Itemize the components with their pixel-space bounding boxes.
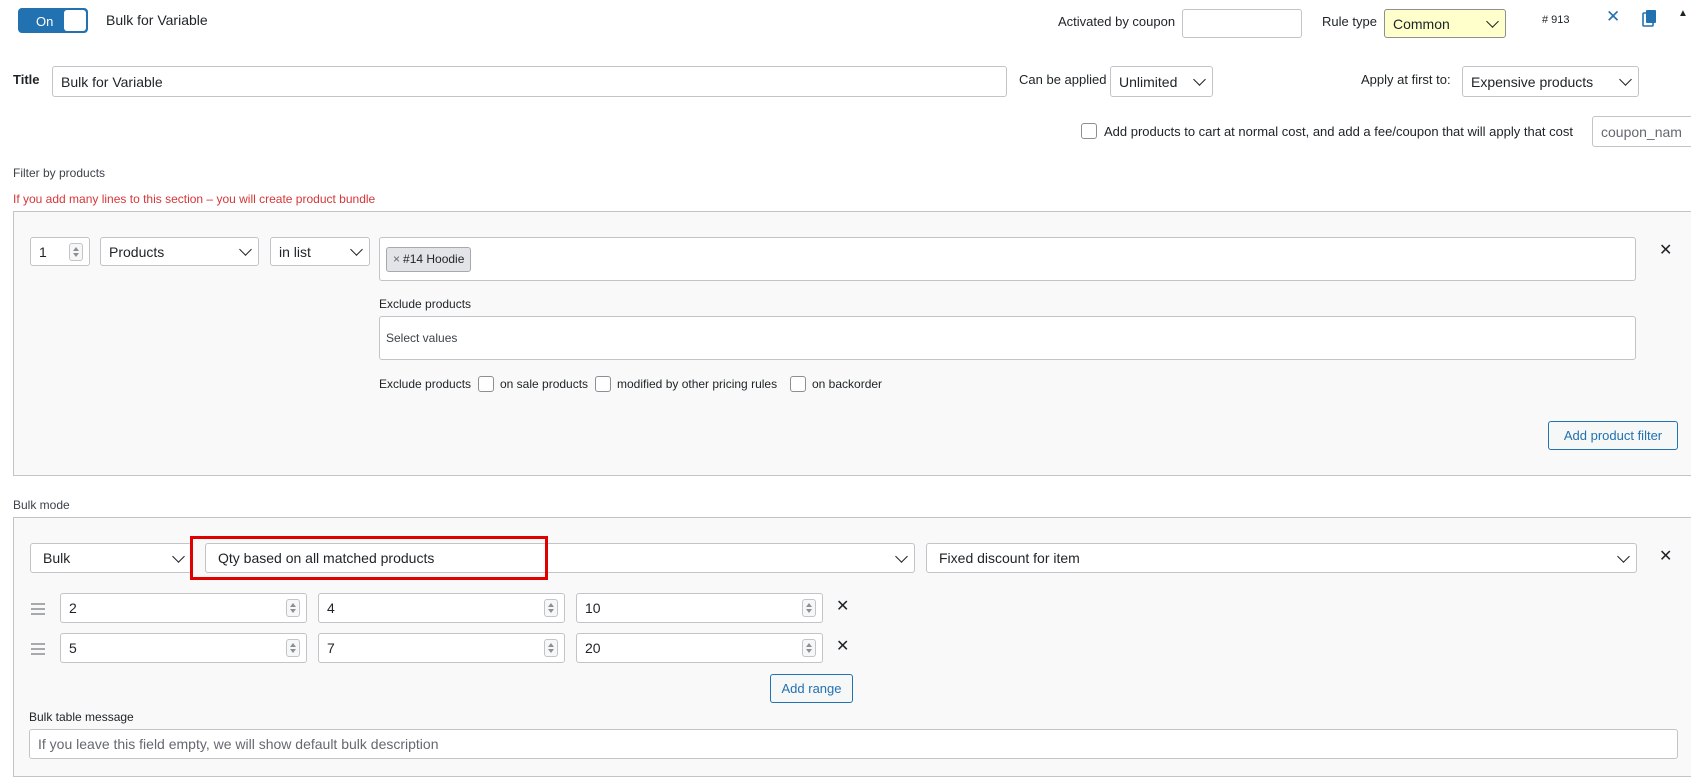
rule-name: Bulk for Variable [106,12,208,28]
rule-id: # 913 [1542,14,1570,26]
drag-handle-icon[interactable] [31,603,45,618]
bundle-warning: If you add many lines to this section – … [13,192,376,206]
on-sale-checkbox[interactable] [478,376,494,392]
bulk-section-label: Bulk mode [13,498,70,512]
range-value-input[interactable]: 20 [576,633,823,663]
drag-handle-icon[interactable] [31,643,45,658]
add-range-button[interactable]: Add range [770,674,853,703]
stepper-icon[interactable] [544,599,558,617]
range-value-input[interactable]: 10 [576,593,823,623]
stepper-icon[interactable] [286,639,300,657]
discount-type-select[interactable]: Fixed discount for item [926,543,1637,573]
chevron-down-icon [1617,549,1630,563]
filter-method-select[interactable]: in list [270,237,370,266]
filter-section-label: Filter by products [13,166,106,180]
rule-type-label: Rule type [1322,14,1377,29]
chevron-down-icon [239,243,252,256]
filter-type-select[interactable]: Products [100,237,259,266]
activated-by-coupon-input[interactable] [1182,9,1302,38]
apply-first-select[interactable]: Expensive products [1462,66,1639,97]
remove-filter-icon[interactable]: ✕ [1659,243,1672,259]
chevron-down-icon [350,243,363,256]
chevron-down-icon [1619,73,1632,86]
product-tags-input[interactable]: × #14 Hoodie [379,237,1636,281]
bulk-table-message-input[interactable]: If you leave this field empty, we will s… [29,729,1678,759]
fee-checkbox[interactable] [1081,123,1097,139]
chevron-down-icon [895,549,908,563]
chevron-down-icon [172,549,185,563]
stepper-icon[interactable] [286,599,300,617]
range-to-input[interactable]: 7 [318,633,565,663]
close-rule-icon[interactable]: ✕ [1606,8,1620,25]
title-label: Title [13,72,40,87]
stepper-icon[interactable] [802,639,816,657]
highlight-box [190,536,548,580]
stepper-icon[interactable] [544,639,558,657]
product-tag: × #14 Hoodie [386,246,472,272]
exclude-options-label: Exclude products [379,377,472,391]
modified-label: modified by other pricing rules [617,377,778,391]
chevron-down-icon [1486,15,1499,28]
remove-bulk-icon[interactable]: ✕ [1659,549,1672,565]
toggle-knob [64,10,86,31]
rule-enabled-toggle[interactable]: On [18,8,88,33]
remove-range-icon[interactable]: ✕ [836,599,849,615]
exclude-products-input[interactable]: Select values [379,316,1636,360]
modified-checkbox[interactable] [595,376,611,392]
activated-by-coupon-label: Activated by coupon [1058,14,1176,29]
backorder-label: on backorder [812,377,883,391]
copy-icon[interactable] [1642,9,1658,27]
filter-qty-input[interactable]: 1 [30,237,90,266]
can-be-applied-label: Can be applied [1019,72,1107,87]
coupon-name-input[interactable]: coupon_nam [1592,116,1691,147]
backorder-checkbox[interactable] [790,376,806,392]
stepper-icon[interactable] [69,242,83,261]
apply-first-label: Apply at first to: [1361,72,1451,87]
title-input[interactable]: Bulk for Variable [52,66,1007,97]
fee-checkbox-label: Add products to cart at normal cost, and… [1104,124,1573,139]
exclude-products-label: Exclude products [379,297,472,311]
add-product-filter-button[interactable]: Add product filter [1548,421,1678,450]
stepper-icon[interactable] [802,599,816,617]
can-be-applied-select[interactable]: Unlimited [1110,66,1213,97]
on-sale-label: on sale products [500,377,589,391]
bulk-table-message-label: Bulk table message [29,710,134,724]
rule-type-select[interactable]: Common [1384,9,1506,38]
tag-label: #14 Hoodie [403,252,465,266]
range-from-input[interactable]: 5 [60,633,307,663]
tag-remove-icon[interactable]: × [393,252,400,266]
range-to-input[interactable]: 4 [318,593,565,623]
collapse-icon[interactable]: ▲ [1678,8,1688,19]
range-from-input[interactable]: 2 [60,593,307,623]
toggle-label: On [36,14,54,29]
chevron-down-icon [1193,73,1206,86]
remove-range-icon[interactable]: ✕ [836,639,849,655]
bulk-mode-select[interactable]: Bulk [30,543,192,573]
